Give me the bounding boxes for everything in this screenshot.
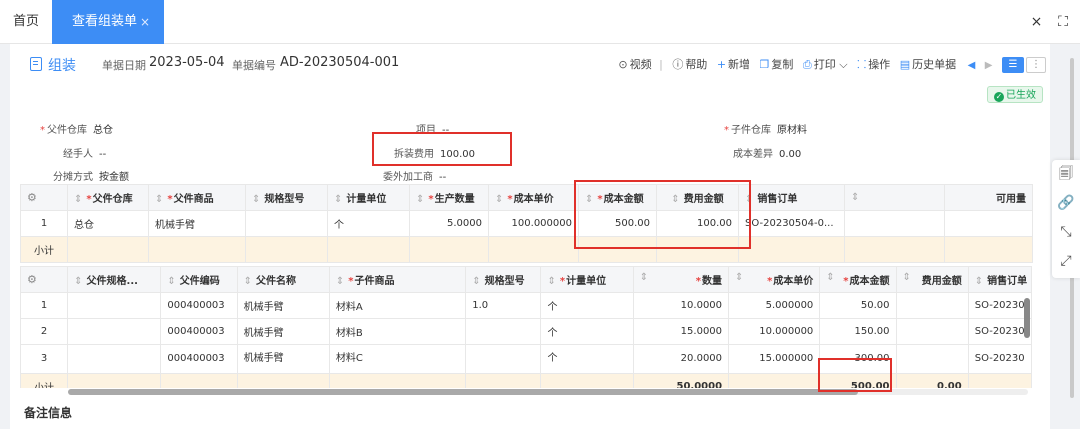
- chevron-down-icon: ⌵: [839, 58, 848, 71]
- code-value: AD-20230504-001: [280, 55, 400, 70]
- close-all-icon[interactable]: ×: [1026, 0, 1048, 44]
- child-items-scroll[interactable]: ⚙ ⇕ 父件规格... ⇕ 父件编码 ⇕ 父件名称 ⇕ *子件商品 ⇕ 规格型号 ⇕ *计量…: [20, 266, 1032, 388]
- doc-icon: [30, 57, 42, 71]
- tab-label: 查看组装单: [72, 14, 138, 29]
- child-items-table: ⚙ ⇕ 父件规格... ⇕ 父件编码 ⇕ 父件名称 ⇕ *子件商品 ⇕ 规格型号 ⇕ *计量…: [20, 266, 1032, 388]
- history-icon: ▤: [899, 58, 911, 71]
- col-parent-wh[interactable]: ⇕ *父件仓库: [67, 184, 149, 211]
- card-view-icon[interactable]: ⋮: [1026, 57, 1046, 73]
- help-icon: ⓘ: [672, 58, 684, 71]
- alloc-field: 分摊方式 按金额: [53, 172, 129, 183]
- col-qty[interactable]: ⇕ *数量: [632, 266, 730, 293]
- col-cost-price[interactable]: ⇕ *成本单价: [488, 184, 579, 211]
- cost-diff-field: 成本差异 0.00: [733, 149, 802, 160]
- add-button[interactable]: + 新增: [717, 56, 750, 72]
- gear-icon[interactable]: ⚙: [27, 273, 37, 286]
- toolbar: ⊙ 视频 | ⓘ 帮助 + 新增 ❐ 复制 ⎙ 打印 ⌵ ⸬ 操作 ▤ 历史单据 ◀ ▶ ☰ ⋮: [612, 56, 1046, 73]
- child-warehouse-field: * 子件仓库 原材料: [724, 125, 807, 136]
- col-unit[interactable]: ⇕ 计量单位: [327, 184, 410, 211]
- col-blank[interactable]: ⇕: [844, 184, 945, 211]
- next-icon[interactable]: ▶: [985, 60, 993, 71]
- copy-icon: ❐: [759, 58, 770, 71]
- col-fee-amount[interactable]: ⇕ 费用金额: [656, 184, 739, 211]
- col-parent-name[interactable]: ⇕ 父件名称: [236, 266, 330, 293]
- check-icon: ✓: [994, 92, 1004, 102]
- table-row[interactable]: 2 000400003 机械手臂 材料B 个 15.0000 10.000000…: [20, 318, 1032, 345]
- col-available[interactable]: 可用量: [944, 184, 1033, 211]
- print-button[interactable]: ⎙ 打印 ⌵: [803, 56, 848, 72]
- col-spec[interactable]: ⇕ 规格型号: [465, 266, 542, 293]
- grid-icon: ⸬: [857, 58, 867, 71]
- window-controls: × ⛶: [1026, 0, 1074, 44]
- col-sales-order[interactable]: ⇕ 销售订单: [738, 184, 845, 211]
- table-horizontal-scrollbar[interactable]: [68, 389, 1028, 395]
- table-row[interactable]: 1 000400003 机械手臂 材料A 1.0 个 10.0000 5.000…: [20, 292, 1032, 319]
- handler-field: 经手人 --: [63, 149, 107, 160]
- status-badge: ✓ 已生效: [987, 86, 1043, 103]
- project-field: 项目 --: [416, 125, 450, 136]
- video-button[interactable]: ⊙ 视频: [618, 56, 651, 72]
- fullscreen-icon[interactable]: ⛶: [1052, 0, 1074, 44]
- expand-icon[interactable]: ⤢: [1052, 247, 1080, 276]
- copy-button[interactable]: ❐ 复制: [760, 56, 794, 72]
- subtotal-row: 小计: [20, 236, 1033, 263]
- list-view-icon[interactable]: ☰: [1002, 57, 1024, 73]
- fee-field: 拆装费用 100.00: [394, 149, 475, 160]
- plus-icon: +: [716, 58, 727, 71]
- col-child-product[interactable]: ⇕ *子件商品: [328, 266, 467, 293]
- gear-icon[interactable]: ⚙: [27, 191, 37, 204]
- tab-bar: 首页 查看组装单 × × ⛶: [0, 0, 1080, 44]
- help-button[interactable]: ⓘ 帮助: [672, 56, 707, 72]
- col-sales-order[interactable]: ⇕ 销售订单: [967, 266, 1032, 293]
- link-icon[interactable]: 🔗: [1052, 189, 1080, 218]
- search-doc-icon[interactable]: 🗐: [1052, 160, 1080, 189]
- collapse-icon[interactable]: ⤡: [1052, 218, 1080, 247]
- operate-button[interactable]: ⸬ 操作: [857, 56, 890, 72]
- date-value: 2023-05-04: [149, 55, 225, 70]
- remark-section-title: 备注信息: [24, 406, 73, 420]
- col-parent-spec[interactable]: ⇕ 父件规格...: [67, 266, 162, 293]
- video-icon: ⊙: [618, 58, 628, 71]
- code-label: 单据编号: [232, 59, 276, 72]
- history-button[interactable]: ▤ 历史单据: [900, 56, 956, 72]
- table-vertical-scrollbar[interactable]: [1024, 298, 1030, 338]
- table-header: ⚙ ⇕ 父件规格... ⇕ 父件编码 ⇕ 父件名称 ⇕ *子件商品 ⇕ 规格型号 ⇕ *计量…: [20, 266, 1032, 293]
- table-header: ⚙ ⇕ *父件仓库 ⇕ *父件商品 ⇕ 规格型号 ⇕ 计量单位 ⇕ *生产数量 ⇕ *成本单…: [20, 184, 1033, 211]
- col-prod-qty[interactable]: ⇕ *生产数量: [409, 184, 489, 211]
- col-unit[interactable]: ⇕ *计量单位: [540, 266, 634, 293]
- scrollbar-thumb[interactable]: [68, 389, 858, 395]
- parent-items-table: ⚙ ⇕ *父件仓库 ⇕ *父件商品 ⇕ 规格型号 ⇕ 计量单位 ⇕ *生产数量 ⇕ *成本单…: [20, 184, 1033, 263]
- col-parent-code[interactable]: ⇕ 父件编码: [160, 266, 238, 293]
- date-label: 单据日期: [102, 59, 146, 72]
- col-fee-amount[interactable]: ⇕ 费用金额: [895, 266, 969, 293]
- form-header: 组装 单据日期 2023-05-04 单据编号 AD-20230504-001 …: [10, 52, 1050, 78]
- prev-icon[interactable]: ◀: [968, 60, 976, 71]
- form-title: 组装: [48, 58, 76, 74]
- parent-warehouse-field: * 父件仓库 总仓: [40, 125, 113, 136]
- tab-view-assembly[interactable]: 查看组装单 ×: [52, 0, 164, 44]
- tab-close-icon[interactable]: ×: [140, 0, 150, 44]
- table-row[interactable]: 3 000400003 机械手臂 材料C 个 20.0000 15.000000…: [20, 344, 1032, 374]
- subtotal-row: 小计 50.0000 500.00 0.00: [20, 373, 1032, 388]
- col-cost-price[interactable]: ⇕ *成本单价: [728, 266, 821, 293]
- col-parent-product[interactable]: ⇕ *父件商品: [148, 184, 246, 211]
- col-cost-amount[interactable]: ⇕ *成本金额: [819, 266, 897, 293]
- tab-home[interactable]: 首页: [0, 0, 52, 44]
- side-tool-panel: 🗐 🔗 ⤡ ⤢: [1052, 160, 1080, 278]
- col-cost-amount[interactable]: ⇕ *成本金额: [578, 184, 657, 211]
- col-spec[interactable]: ⇕ 规格型号: [245, 184, 328, 211]
- print-icon: ⎙: [802, 58, 812, 71]
- table-row[interactable]: 1 总仓 机械手臂 个 5.0000 100.000000 500.00 100…: [20, 210, 1033, 237]
- outsource-field: 委外加工商 --: [383, 172, 447, 183]
